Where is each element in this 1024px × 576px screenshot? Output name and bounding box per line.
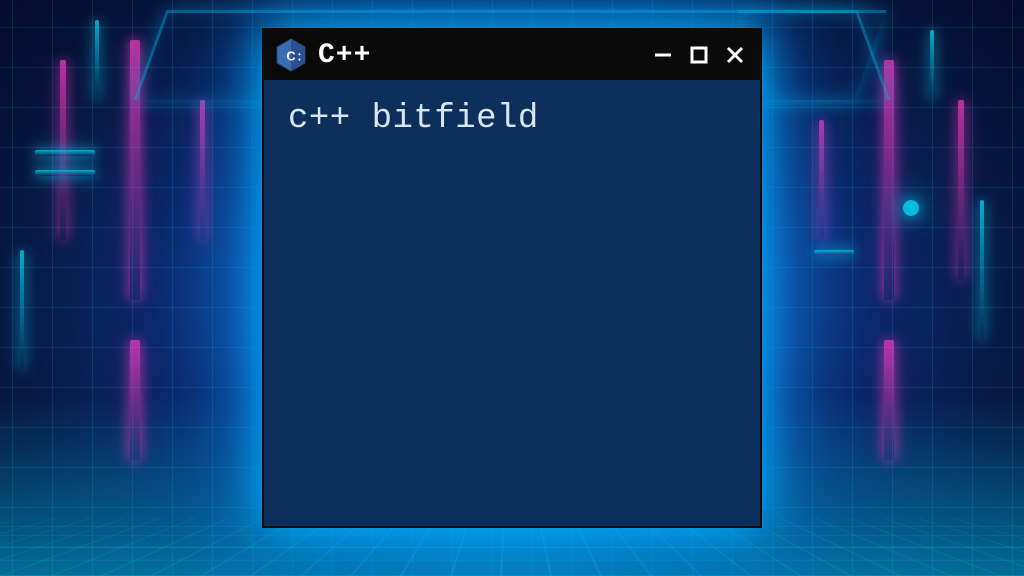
- svg-text:C: C: [286, 48, 295, 63]
- terminal-window: C + + C++ c++ bitfield: [262, 28, 762, 528]
- window-controls: [648, 40, 750, 70]
- cpp-icon: C + +: [274, 38, 308, 72]
- maximize-button[interactable]: [684, 40, 714, 70]
- minimize-button[interactable]: [648, 40, 678, 70]
- close-button[interactable]: [720, 40, 750, 70]
- window-title: C++: [318, 40, 638, 71]
- content-text: c++ bitfield: [288, 100, 539, 138]
- terminal-content[interactable]: c++ bitfield: [264, 80, 760, 526]
- titlebar[interactable]: C + + C++: [264, 30, 760, 80]
- svg-text:+: +: [298, 57, 301, 63]
